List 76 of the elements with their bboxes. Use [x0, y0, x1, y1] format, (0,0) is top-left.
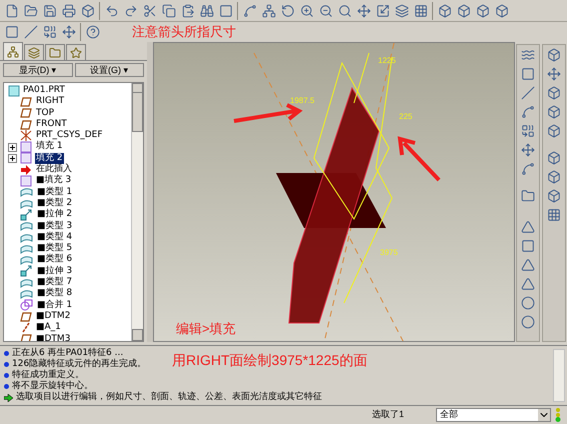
surface-icon: [20, 278, 33, 288]
dropdown-caret-icon: [538, 409, 550, 421]
tree-item[interactable]: ■填充 3: [35, 175, 72, 187]
message-text: 正在从6 再生PA01特征6 ...: [12, 348, 124, 358]
annotation-text: 用RIGHT面绘制3975*1225的面: [172, 351, 368, 370]
surface-icon: [20, 255, 33, 266]
tree-item[interactable]: 在此插入: [35, 164, 73, 176]
datum-plane-icon: [20, 96, 32, 107]
merge-icon: [20, 299, 33, 312]
tree-item[interactable]: ■类型 1: [36, 186, 74, 198]
folder-icon: [49, 46, 61, 58]
message-text: 126隐藏特征或元件的再生完成。: [12, 359, 146, 370]
insert-arrow-icon: [20, 164, 32, 175]
surface-icon: [20, 288, 33, 299]
tree-item[interactable]: ■类型 6: [36, 254, 74, 266]
tree-item[interactable]: PRT_CSYS_DEF: [35, 130, 104, 142]
bullet-icon: [4, 373, 9, 378]
bullet-icon: [4, 384, 9, 389]
part-icon: [8, 84, 20, 97]
expand-icon[interactable]: [8, 142, 17, 152]
tree-item[interactable]: 填充 1: [35, 141, 64, 153]
filter-dropdown[interactable]: 全部: [436, 408, 551, 422]
bullet-icon: [4, 351, 9, 356]
axis-icon: [20, 322, 32, 334]
tree-icon: [7, 46, 19, 58]
surface-icon: [20, 244, 33, 254]
tree-item[interactable]: ■类型 8: [36, 288, 74, 300]
datum-plane-icon: [20, 334, 32, 341]
bullet-icon: [4, 362, 9, 367]
tree-item[interactable]: PA01.PRT: [23, 85, 65, 96]
annotation-text: 注意箭头所指尺寸: [132, 23, 236, 42]
favorites-icon: [70, 46, 82, 58]
selection-count: 选取了1: [372, 408, 406, 422]
panel-tab[interactable]: [66, 44, 86, 60]
tree-item[interactable]: ■A_1: [35, 322, 62, 334]
surface-icon: [20, 187, 33, 198]
panel-tab[interactable]: [45, 44, 65, 60]
tree-item[interactable]: 填充 2: [35, 152, 64, 164]
surface-icon: [20, 232, 33, 242]
message-text: 将不显示旋转中心。: [12, 381, 93, 392]
panel-tab[interactable]: [24, 44, 44, 60]
datum-plane-icon: [20, 120, 32, 130]
tree-item[interactable]: ■类型 2: [36, 198, 74, 210]
scrollbar[interactable]: [131, 83, 143, 341]
tree-item[interactable]: FRONT: [35, 118, 68, 130]
layers-icon: [28, 46, 40, 58]
arrow-icon: [4, 394, 13, 402]
message-text: 选取项目以进行编辑，例如尺寸、剖面、轨迹、公差、表面光洁度或其它特征: [16, 392, 322, 403]
tree-item[interactable]: ■类型 3: [36, 220, 74, 232]
datum-plane-icon: [20, 108, 32, 118]
extrude-icon: [20, 265, 33, 278]
tree-item[interactable]: ■类型 5: [36, 243, 74, 254]
tree-item[interactable]: ■拉伸 3: [36, 266, 74, 278]
tree-item[interactable]: ■DTM2: [35, 310, 72, 322]
scrollbar[interactable]: [553, 349, 565, 402]
tree-item[interactable]: ■拉伸 2: [36, 209, 74, 221]
tree-item[interactable]: ■类型 7: [36, 277, 74, 288]
tree-item[interactable]: ■合并 1: [36, 300, 74, 311]
tree-item[interactable]: RIGHT: [35, 96, 66, 108]
extrude-icon: [20, 208, 33, 221]
expand-icon[interactable]: [8, 154, 17, 163]
annotation-text: 编辑>填充: [176, 320, 236, 338]
tree-item[interactable]: TOP: [35, 108, 56, 119]
traffic-light-icon: [555, 408, 561, 422]
surface-icon: [20, 198, 33, 209]
coordinate-system-icon: [20, 130, 32, 142]
fill-surface-icon: [20, 152, 32, 164]
message-text: 特征成功重定义。: [12, 370, 84, 380]
fill-surface-icon: [20, 175, 32, 188]
datum-plane-icon: [20, 312, 32, 322]
surface-icon: [20, 221, 33, 232]
fill-surface-icon: [20, 141, 32, 154]
panel-menu-button[interactable]: 显示(D) ▾: [3, 63, 72, 77]
tree-item[interactable]: ■类型 4: [36, 232, 74, 244]
panel-menu-button[interactable]: 设置(G) ▾: [74, 63, 144, 77]
panel-tab[interactable]: [3, 42, 23, 60]
